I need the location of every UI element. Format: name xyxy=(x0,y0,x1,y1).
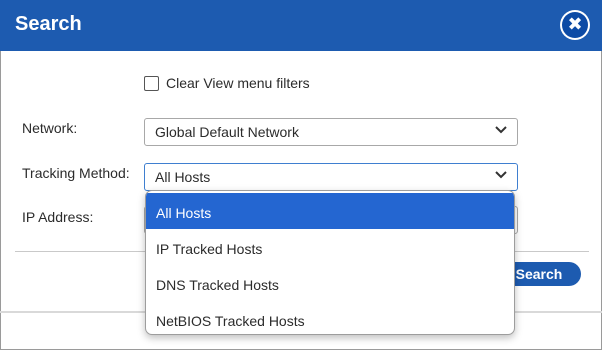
dropdown-option-label: All Hosts xyxy=(156,205,212,221)
clear-view-filters-label: Clear View menu filters xyxy=(166,75,310,91)
dropdown-option-label: NetBIOS Tracked Hosts xyxy=(156,313,305,329)
ip-address-label: IP Address: xyxy=(22,209,94,225)
tracking-method-select[interactable]: All Hosts xyxy=(144,163,518,191)
dropdown-option-ip-tracked-hosts[interactable]: IP Tracked Hosts xyxy=(146,229,514,265)
tracking-method-label: Tracking Method: xyxy=(22,165,130,181)
clear-view-filters-checkbox[interactable] xyxy=(144,76,159,91)
dropdown-option-dns-tracked-hosts[interactable]: DNS Tracked Hosts xyxy=(146,265,514,301)
tracking-method-dropdown: All Hosts IP Tracked Hosts DNS Tracked H… xyxy=(145,190,515,335)
dropdown-option-label: IP Tracked Hosts xyxy=(156,241,263,257)
network-select[interactable]: Global Default Network xyxy=(144,118,518,146)
dropdown-option-netbios-tracked-hosts[interactable]: NetBIOS Tracked Hosts xyxy=(146,301,514,334)
close-icon: ✖ xyxy=(562,12,588,38)
chevron-down-icon xyxy=(495,126,507,134)
chevron-down-icon xyxy=(495,171,507,179)
network-select-value: Global Default Network xyxy=(155,124,299,140)
tracking-method-select-value: All Hosts xyxy=(155,169,211,185)
dialog-title: Search xyxy=(15,13,82,35)
search-button-label: Search xyxy=(515,266,563,282)
dropdown-option-label: DNS Tracked Hosts xyxy=(156,277,279,293)
dropdown-option-all-hosts[interactable]: All Hosts xyxy=(146,193,514,229)
close-button[interactable]: ✖ xyxy=(560,10,590,40)
network-label: Network: xyxy=(22,120,78,136)
dialog-titlebar: Search ✖ xyxy=(0,0,602,51)
